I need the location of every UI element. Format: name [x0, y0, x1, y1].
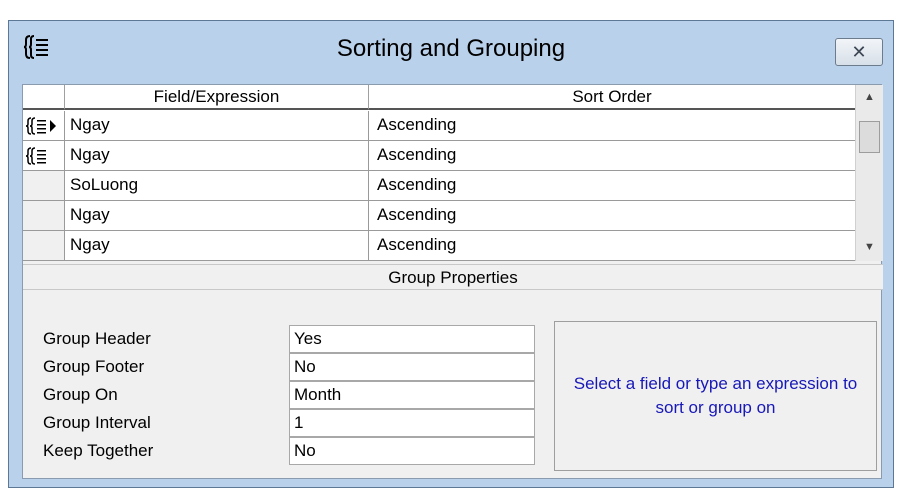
- group-current-row-icon: [26, 117, 56, 135]
- column-header-field[interactable]: Field/Expression: [65, 85, 369, 110]
- row-selector[interactable]: [23, 111, 65, 140]
- field-cell[interactable]: Ngay: [65, 201, 369, 230]
- group-icon: [26, 147, 46, 165]
- title-bar: Sorting and Grouping ✕: [9, 21, 893, 89]
- help-text-panel: Select a field or type an expression to …: [554, 321, 877, 471]
- group-footer-label: Group Footer: [43, 357, 145, 376]
- group-on-label: Group On: [43, 385, 118, 404]
- field-cell[interactable]: SoLuong: [65, 171, 369, 200]
- sort-order-cell[interactable]: Ascending: [369, 171, 855, 200]
- field-cell[interactable]: Ngay: [65, 231, 369, 260]
- column-header-sort-order[interactable]: Sort Order: [369, 85, 855, 110]
- table-row[interactable]: Ngay Ascending: [23, 111, 855, 141]
- field-cell[interactable]: Ngay: [65, 141, 369, 170]
- sorting-grouping-dialog: Sorting and Grouping ✕ Field/Expression …: [8, 20, 894, 488]
- table-row[interactable]: Ngay Ascending: [23, 231, 855, 261]
- scroll-up-icon[interactable]: ▲: [856, 85, 883, 109]
- group-footer-field[interactable]: No: [289, 353, 535, 381]
- sort-order-cell[interactable]: Ascending: [369, 111, 855, 140]
- document-caption: [0, 0, 901, 14]
- sort-order-cell[interactable]: Ascending: [369, 141, 855, 170]
- dialog-title: Sorting and Grouping: [336, 35, 566, 62]
- table-row[interactable]: SoLuong Ascending: [23, 171, 855, 201]
- row-selector[interactable]: [23, 231, 65, 260]
- table-row[interactable]: Ngay Ascending: [23, 201, 855, 231]
- sort-order-cell[interactable]: Ascending: [369, 231, 855, 260]
- help-text: Select a field or type an expression to …: [573, 374, 858, 417]
- group-properties-title: Group Properties: [23, 264, 883, 290]
- sort-grid: Field/Expression Sort Order Ngay Ascendi…: [23, 85, 855, 261]
- scroll-down-icon[interactable]: ▼: [856, 235, 883, 259]
- close-icon: ✕: [851, 41, 867, 62]
- vertical-scrollbar[interactable]: ▲ ▼: [855, 85, 883, 261]
- row-selector[interactable]: [23, 201, 65, 230]
- group-header-field[interactable]: Yes: [289, 325, 535, 353]
- group-interval-field[interactable]: 1: [289, 409, 535, 437]
- keep-together-label: Keep Together: [43, 441, 154, 460]
- scrollbar-thumb[interactable]: [859, 121, 880, 153]
- group-on-field[interactable]: Month: [289, 381, 535, 409]
- table-row[interactable]: Ngay Ascending: [23, 141, 855, 171]
- keep-together-field[interactable]: No: [289, 437, 535, 465]
- close-button[interactable]: ✕: [835, 38, 883, 66]
- row-selector[interactable]: [23, 171, 65, 200]
- sort-order-cell[interactable]: Ascending: [369, 201, 855, 230]
- field-cell[interactable]: Ngay: [65, 111, 369, 140]
- row-selector[interactable]: [23, 141, 65, 170]
- group-interval-label: Group Interval: [43, 413, 151, 432]
- row-selector-header: [23, 85, 65, 110]
- group-header-label: Group Header: [43, 329, 151, 348]
- dialog-client-area: Field/Expression Sort Order Ngay Ascendi…: [22, 84, 883, 479]
